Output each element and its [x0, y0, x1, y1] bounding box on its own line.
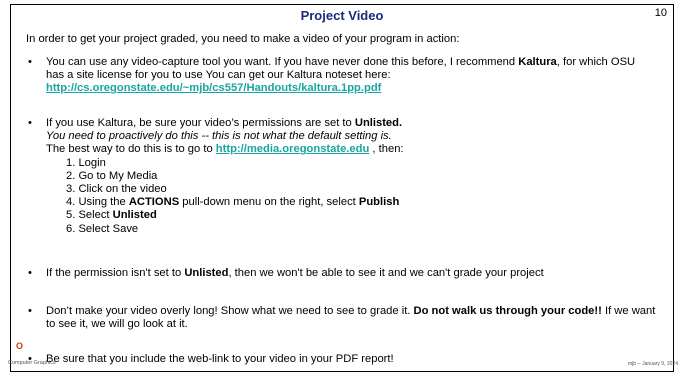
step-my-media: 2. Go to My Media: [66, 169, 158, 182]
bullet-text: If you use Kaltura, be sure your video’s…: [46, 117, 355, 129]
bullet-kaltura-permissions: If you use Kaltura, be sure your video’s…: [26, 117, 656, 236]
step-select-save: 6. Select Save: [66, 222, 139, 235]
bullet-text: The best way to do this is to go to: [46, 143, 216, 156]
step-actions-menu: 4. Using the ACTIONS pull-down menu on t…: [66, 196, 656, 209]
slide-title: Project Video: [300, 8, 384, 23]
italic-note: You need to proactively do this -- this …: [46, 130, 392, 143]
page-number: 10: [654, 7, 667, 19]
bullet-bold: Unlisted.: [354, 117, 403, 129]
bullet-text: , then:: [369, 143, 404, 156]
bullet-text: You can use any video-capture tool you w…: [46, 56, 519, 68]
bullet-bold: Do not walk us through your code!!: [413, 305, 602, 317]
step-text: 4. Using the: [66, 196, 129, 209]
bullet-text: , then we won't be able to see it and we…: [228, 267, 544, 279]
step-bold: ACTIONS: [128, 196, 180, 209]
footer-date: mjb -- January 9, 2024: [627, 361, 678, 367]
step-bold: Unlisted: [112, 209, 157, 222]
bullet-bold: Kaltura: [518, 56, 557, 68]
media-osu-link[interactable]: http://media.oregonstate.edu: [216, 143, 370, 155]
steps-list: 1. Login 2. Go to My Media 3. Click on t…: [46, 157, 656, 236]
bullet-web-link: Be sure that you include the web-link to…: [26, 353, 656, 366]
bullet-unlisted-warning: If the permission isn't set to Unlisted,…: [26, 267, 656, 280]
bullet-text: Be sure that you include the web-link to…: [46, 353, 394, 365]
step-login: 1. Login: [66, 156, 106, 169]
bullet-bold: Unlisted: [184, 267, 229, 279]
bullet-video-tool: You can use any video-capture tool you w…: [26, 56, 656, 96]
bullet-text: If the permission isn't set to: [46, 267, 185, 279]
intro-text: In order to get your project graded, you…: [26, 33, 460, 45]
bullet-video-length: Don’t make your video overly long! Show …: [26, 305, 656, 331]
footer-course-label: Computer Graphics: [8, 360, 56, 366]
step-text: 5. Select: [66, 209, 113, 222]
step-click-video: 3. Click on the video: [66, 183, 167, 196]
bullet-text: Don’t make your video overly long! Show …: [46, 305, 414, 317]
step-bold: Publish: [358, 196, 400, 209]
kaltura-noteset-link[interactable]: http://cs.oregonstate.edu/~mjb/cs557/Han…: [46, 82, 381, 94]
osu-logo-icon: O: [16, 341, 24, 351]
step-text: pull-down menu on the right, select: [179, 196, 359, 209]
step-select-unlisted: 5. Select Unlisted: [66, 209, 656, 222]
